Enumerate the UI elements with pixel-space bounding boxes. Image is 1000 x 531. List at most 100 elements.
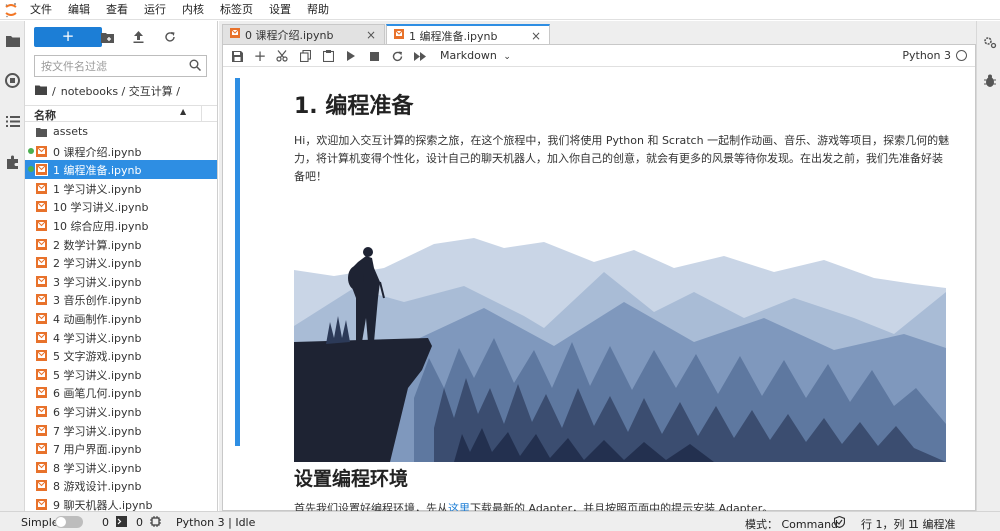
notebook-icon xyxy=(36,368,47,380)
file-row[interactable]: 9 聊天机器人.ipynb xyxy=(25,495,217,511)
file-row[interactable]: 1 编程准备.ipynb xyxy=(25,160,217,179)
upload-icon[interactable] xyxy=(130,29,146,45)
save-icon[interactable] xyxy=(229,48,245,64)
file-row[interactable]: 7 学习讲义.ipynb xyxy=(25,421,217,440)
file-row[interactable]: 2 学习讲义.ipynb xyxy=(25,253,217,272)
new-folder-icon[interactable] xyxy=(99,29,115,45)
cell-type-select[interactable]: Markdown ⌄ xyxy=(440,49,511,62)
toggle-knob xyxy=(56,517,66,527)
home-folder-icon[interactable] xyxy=(35,85,47,98)
file-name: 4 学习讲义.ipynb xyxy=(53,331,142,345)
menu-edit[interactable]: 编辑 xyxy=(60,0,98,20)
menu-kernel[interactable]: 内核 xyxy=(174,0,212,20)
file-name: 3 音乐创作.ipynb xyxy=(53,294,142,308)
notebook-icon xyxy=(36,405,47,417)
menu-tabs[interactable]: 标签页 xyxy=(212,0,261,20)
download-link[interactable]: 这里 xyxy=(448,502,470,511)
file-row[interactable]: 1 学习讲义.ipynb xyxy=(25,179,217,198)
file-row[interactable]: 4 学习讲义.ipynb xyxy=(25,328,217,347)
tab-label: 1 编程准备.ipynb xyxy=(409,29,498,43)
folder-icon xyxy=(36,127,47,138)
property-inspector-gear-icon[interactable] xyxy=(982,34,997,49)
menu-settings[interactable]: 设置 xyxy=(261,0,299,20)
add-cell-icon[interactable]: + xyxy=(252,47,268,65)
column-name-header[interactable]: 名称 xyxy=(34,107,56,123)
chevron-down-icon: ⌄ xyxy=(503,52,511,62)
kernel-chip-icon[interactable] xyxy=(150,516,161,530)
kernel-name[interactable]: Python 3 xyxy=(902,49,951,62)
cut-icon[interactable] xyxy=(274,48,290,64)
file-filter-input[interactable] xyxy=(35,56,180,76)
file-row[interactable]: 8 学习讲义.ipynb xyxy=(25,458,217,477)
setup-paragraph: 首先我们设置好编程环境，先从这里下载最新的 Adapter，并且按照页面中的提示… xyxy=(294,500,950,511)
running-indicator-icon xyxy=(28,166,34,173)
file-row[interactable]: 10 学习讲义.ipynb xyxy=(25,197,217,216)
kernel-status[interactable]: Python 3 | Idle xyxy=(176,516,255,529)
running-sessions-icon[interactable] xyxy=(4,72,21,89)
file-row[interactable]: 4 动画制作.ipynb xyxy=(25,309,217,328)
file-row[interactable]: 2 数学计算.ipynb xyxy=(25,235,217,254)
file-row[interactable]: 0 课程介绍.ipynb xyxy=(25,142,217,161)
debugger-bug-icon[interactable] xyxy=(982,73,997,88)
breadcrumb-path[interactable]: notebooks / 交互计算 / xyxy=(61,83,180,99)
file-row[interactable]: 10 综合应用.ipynb xyxy=(25,216,217,235)
shield-icon[interactable] xyxy=(833,515,846,531)
menu-help[interactable]: 帮助 xyxy=(299,0,337,20)
file-row[interactable]: 6 画笔几何.ipynb xyxy=(25,383,217,402)
menu-view[interactable]: 查看 xyxy=(98,0,136,20)
breadcrumb-root[interactable]: / xyxy=(52,85,56,98)
file-name: 9 聊天机器人.ipynb xyxy=(53,498,153,511)
setup-text-after: 下载最新的 Adapter，并且按照页面中的提示安装 Adapter。 xyxy=(470,502,774,511)
table-of-contents-icon[interactable] xyxy=(4,113,21,130)
notebook-toolbar: + Markdown ⌄ Python 3 xyxy=(223,45,975,67)
folder-row[interactable]: assets xyxy=(25,123,217,142)
notebook-panel: + Markdown ⌄ Python 3 1. 编程准备 Hi，欢迎加入交互计… xyxy=(222,44,976,511)
file-row[interactable]: 3 音乐创作.ipynb xyxy=(25,290,217,309)
menu-file[interactable]: 文件 xyxy=(22,0,60,20)
new-launcher-button[interactable]: + xyxy=(34,27,102,47)
folder-icon[interactable] xyxy=(4,32,21,49)
right-activity-bar xyxy=(976,21,1000,511)
paste-icon[interactable] xyxy=(320,48,336,64)
status-bar: Simple 0 0 Python 3 | Idle 模式： Command 行… xyxy=(0,511,1000,531)
intro-paragraph: Hi，欢迎加入交互计算的探索之旅，在这个旅程中，我们将使用 Python 和 S… xyxy=(294,134,950,183)
file-row[interactable]: 8 游戏设计.ipynb xyxy=(25,476,217,495)
notebook-icon xyxy=(36,387,47,399)
file-row[interactable]: 7 用户界面.ipynb xyxy=(25,439,217,458)
close-icon[interactable]: × xyxy=(366,28,376,42)
search-icon xyxy=(189,59,202,74)
restart-kernel-icon[interactable] xyxy=(389,48,405,64)
main-area: 0 课程介绍.ipynb × 1 编程准备.ipynb × + Markdown… xyxy=(219,21,976,511)
terminal-icon[interactable] xyxy=(116,516,127,530)
tab-notebook-0[interactable]: 0 课程介绍.ipynb × xyxy=(222,24,385,44)
sort-ascending-icon[interactable]: ▲ xyxy=(180,107,186,116)
simple-mode-toggle[interactable] xyxy=(55,516,83,528)
kernels-count[interactable]: 0 xyxy=(136,516,143,529)
file-row[interactable]: 5 学习讲义.ipynb xyxy=(25,365,217,384)
tab-notebook-1[interactable]: 1 编程准备.ipynb × xyxy=(386,24,550,45)
extension-manager-icon[interactable] xyxy=(4,153,21,170)
file-row[interactable]: 6 学习讲义.ipynb xyxy=(25,402,217,421)
notebook-icon xyxy=(230,28,240,41)
refresh-icon[interactable] xyxy=(162,29,178,45)
notebook-icon xyxy=(36,145,47,157)
left-activity-bar xyxy=(0,21,25,511)
notebook-content[interactable]: 1. 编程准备 Hi，欢迎加入交互计算的探索之旅，在这个旅程中，我们将使用 Py… xyxy=(223,68,975,511)
file-row[interactable]: 3 学习讲义.ipynb xyxy=(25,272,217,291)
file-filter-field[interactable] xyxy=(34,55,207,77)
run-icon[interactable] xyxy=(343,48,359,64)
close-icon[interactable]: × xyxy=(531,29,541,43)
file-name: 5 文字游戏.ipynb xyxy=(53,350,142,364)
notebook-icon xyxy=(36,331,47,343)
copy-icon[interactable] xyxy=(297,48,313,64)
notebook-title: 1. 编程准备 xyxy=(294,94,414,119)
stop-icon[interactable] xyxy=(366,48,382,64)
jupyter-logo-icon[interactable] xyxy=(0,0,22,20)
menu-run[interactable]: 运行 xyxy=(136,0,174,20)
fast-forward-icon[interactable] xyxy=(412,48,428,64)
cursor-position[interactable]: 行 1，列 1 xyxy=(861,516,915,531)
terminals-count[interactable]: 0 xyxy=(102,516,109,529)
notebook-icon xyxy=(36,294,47,306)
file-row[interactable]: 5 文字游戏.ipynb xyxy=(25,346,217,365)
file-name: 1 编程准备.ipynb xyxy=(53,164,142,178)
